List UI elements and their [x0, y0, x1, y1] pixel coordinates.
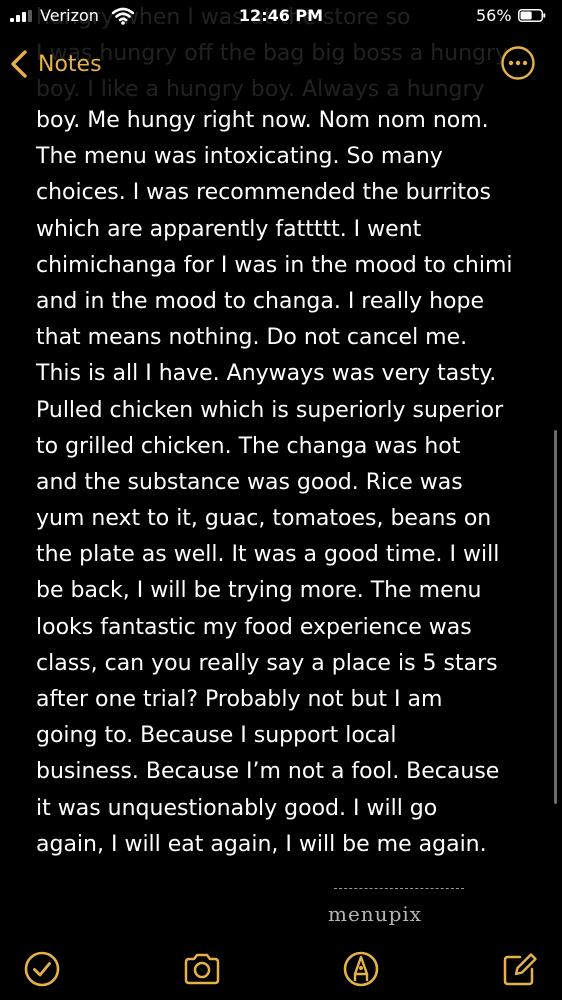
note-line: after one trial? Probably not but I am — [36, 687, 443, 712]
note-line: and the substance was good. Rice was — [36, 469, 463, 495]
note-line: business. Because I’m not a fool. Becaus… — [36, 759, 500, 785]
note-line: to grilled chicken. The changa was hot — [36, 433, 461, 459]
watermark: menupix — [322, 880, 492, 940]
note-line: it was unquestionably good. I will go — [36, 795, 438, 821]
scroll-indicator[interactable] — [554, 430, 557, 804]
note-body[interactable]: boy. Me hungy right now. Nom nom nom. Th… — [36, 103, 536, 863]
note-line: be back, I will be trying more. The menu — [36, 578, 482, 604]
note-line: looks fantastic my food experience was — [36, 614, 472, 640]
battery-icon — [518, 9, 546, 22]
note-line: going to. Because I support local — [36, 723, 397, 749]
note-line: This is all I have. Anyways was very tas… — [36, 361, 497, 387]
status-bar: Verizon 12:46 PM 56% — [0, 0, 562, 32]
compose-icon[interactable] — [500, 949, 540, 989]
camera-icon[interactable] — [182, 949, 222, 989]
note-line: yum next to it, guac, tomatoes, beans on — [36, 506, 492, 532]
pen-tip-circle-icon[interactable] — [341, 949, 381, 989]
note-line: that means nothing. Do not cancel me. — [36, 325, 468, 351]
note-line: boy. Me hungy right now. Nom nom nom. — [36, 108, 489, 133]
back-label: Notes — [38, 51, 102, 77]
battery-percent: 56% — [476, 6, 512, 25]
note-line: chimichanga for I was in the mood to chi… — [36, 252, 513, 278]
note-line: The menu was intoxicating. So many — [36, 144, 443, 170]
note-line: and in the mood to changa. I really hope — [36, 288, 485, 314]
note-line: the plate as well. It was a good time. I… — [36, 542, 500, 568]
note-line: Pulled chicken which is superiorly super… — [36, 397, 504, 423]
back-button[interactable]: Notes — [8, 44, 102, 84]
chevron-left-icon — [11, 50, 27, 78]
watermark-rule — [334, 888, 464, 889]
note-line: choices. I was recommended the burritos — [36, 180, 491, 206]
ellipsis-circle-icon[interactable] — [500, 45, 536, 81]
checkmark-circle-icon[interactable] — [22, 949, 62, 989]
note-line: which are apparently fattttt. I went — [36, 216, 422, 242]
watermark-text: menupix — [328, 902, 423, 926]
bottom-toolbar — [0, 940, 562, 1000]
note-line: again, I will eat again, I will be me ag… — [36, 831, 487, 857]
note-line: class, can you really say a place is 5 s… — [36, 650, 498, 676]
navigation-bar: Notes — [0, 40, 562, 86]
